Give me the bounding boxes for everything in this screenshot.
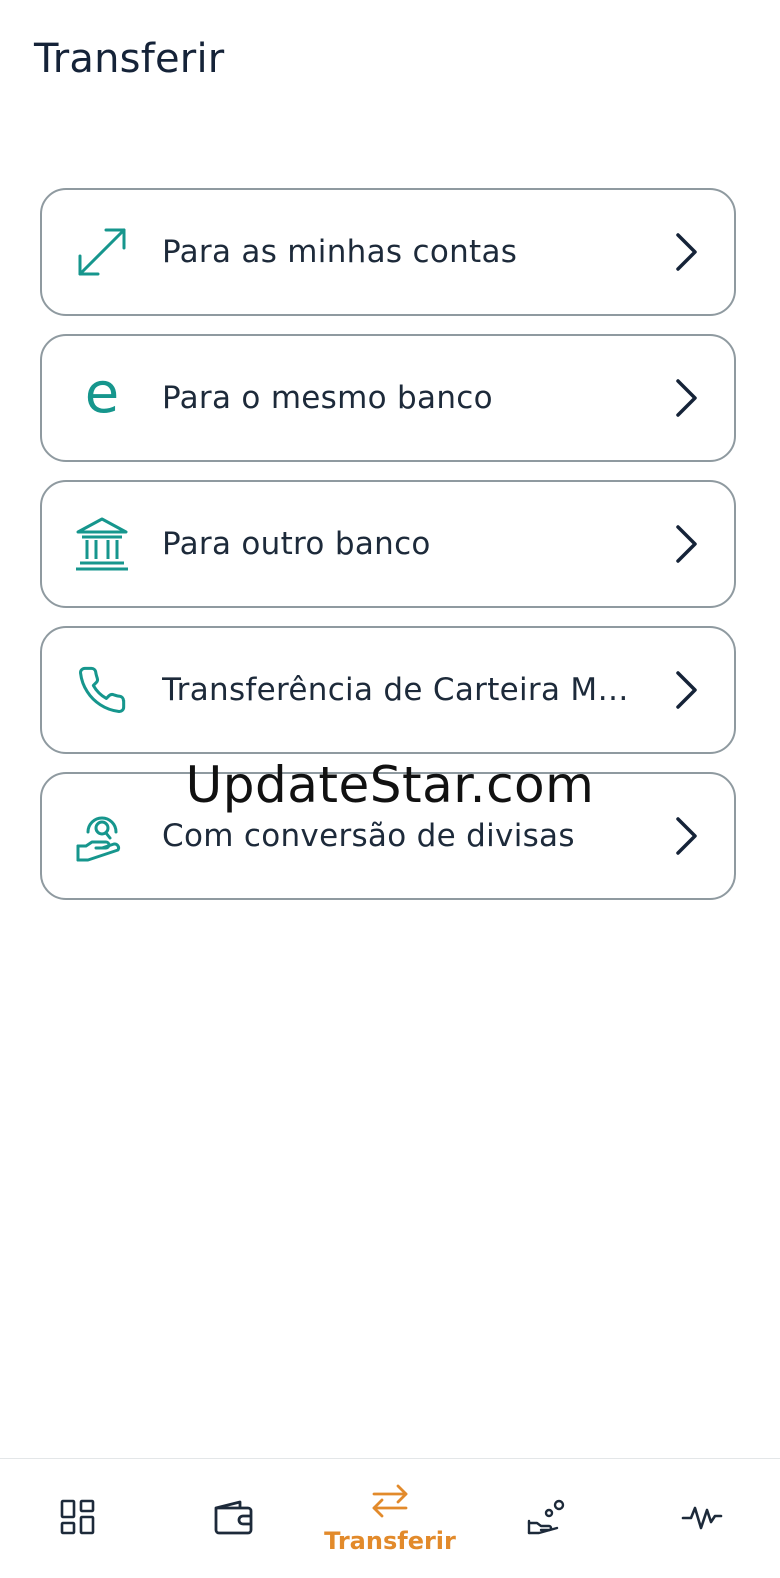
currency-hand-icon (42, 774, 162, 898)
nav-label-transfer: Transferir (324, 1526, 456, 1555)
option-other-bank[interactable]: Para outro banco (40, 480, 736, 608)
option-same-bank[interactable]: e Para o mesmo banco (40, 334, 736, 462)
option-label: Para as minhas contas (162, 234, 518, 270)
chevron-right-icon (646, 774, 726, 898)
dashboard-grid-icon (59, 1498, 97, 1540)
page-title: Transferir (34, 36, 225, 82)
nav-item-transfer[interactable]: Transferir (312, 1459, 468, 1578)
chevron-right-icon (646, 482, 726, 606)
bank-building-icon (42, 482, 162, 606)
option-label: Com conversão de divisas (162, 818, 575, 854)
payments-hand-icon (525, 1497, 567, 1541)
nav-item-activity[interactable] (624, 1459, 780, 1578)
option-my-accounts[interactable]: Para as minhas contas (40, 188, 736, 316)
bottom-nav: Transferir (0, 1458, 780, 1578)
arrows-expand-icon (42, 190, 162, 314)
wallet-icon (212, 1499, 256, 1539)
activity-icon (681, 1502, 723, 1536)
transfer-options-list: Para as minhas contas e Para o mesmo ban… (40, 188, 736, 918)
transfer-arrows-icon (370, 1483, 410, 1523)
nav-item-dashboard[interactable] (0, 1459, 156, 1578)
option-label: Para o mesmo banco (162, 380, 493, 416)
chevron-right-icon (646, 190, 726, 314)
nav-item-wallet[interactable] (156, 1459, 312, 1578)
option-label: Transferência de Carteira Móvel (162, 672, 646, 708)
phone-icon (42, 628, 162, 752)
option-currency-conversion[interactable]: Com conversão de divisas (40, 772, 736, 900)
nav-item-payments[interactable] (468, 1459, 624, 1578)
bank-e-logo-icon: e (84, 361, 120, 426)
option-mobile-wallet[interactable]: Transferência de Carteira Móvel (40, 626, 736, 754)
chevron-right-icon (646, 336, 726, 460)
chevron-right-icon (646, 628, 726, 752)
option-label: Para outro banco (162, 526, 431, 562)
